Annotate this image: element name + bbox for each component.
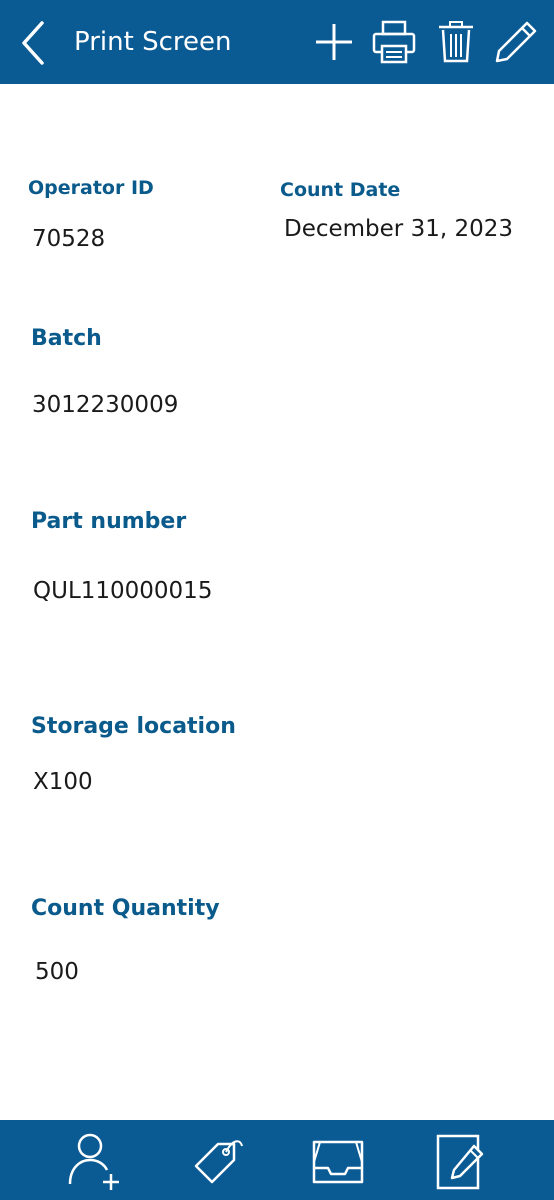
- batch-value[interactable]: 3012230009: [32, 390, 178, 420]
- trash-icon: [439, 21, 473, 63]
- user-plus-icon: [68, 1133, 119, 1190]
- header-bar: Print Screen: [0, 0, 554, 84]
- count-date-label: Count Date: [280, 179, 401, 201]
- count-quantity-value[interactable]: 500: [35, 957, 79, 987]
- count-date-value[interactable]: December 31, 2023: [284, 214, 513, 244]
- print-button[interactable]: [372, 20, 416, 64]
- add-button[interactable]: [312, 20, 356, 64]
- inbox-tray-icon: [312, 1140, 364, 1184]
- bottom-nav-bar: [0, 1120, 554, 1200]
- tag-icon: [194, 1140, 243, 1184]
- part-number-value[interactable]: QUL110000015: [33, 576, 212, 606]
- back-button[interactable]: [18, 18, 54, 68]
- tag-button[interactable]: [188, 1132, 248, 1192]
- edit-note-button[interactable]: [432, 1132, 492, 1192]
- pencil-icon: [495, 21, 537, 63]
- count-quantity-label: Count Quantity: [31, 896, 220, 921]
- storage-location-label: Storage location: [31, 714, 236, 739]
- printer-icon: [372, 20, 416, 64]
- inbox-button[interactable]: [308, 1132, 368, 1192]
- storage-location-value[interactable]: X100: [33, 767, 93, 797]
- operator-id-label: Operator ID: [28, 177, 154, 199]
- operator-id-value: 70528: [32, 226, 106, 252]
- edit-button[interactable]: [494, 20, 538, 64]
- batch-label: Batch: [31, 326, 102, 351]
- part-number-label: Part number: [31, 509, 187, 534]
- plus-icon: [316, 24, 352, 60]
- chevron-left-icon: [22, 21, 44, 65]
- add-user-button[interactable]: [64, 1132, 124, 1192]
- delete-button[interactable]: [434, 20, 478, 64]
- note-edit-icon: [436, 1134, 484, 1190]
- page-title: Print Screen: [74, 27, 232, 57]
